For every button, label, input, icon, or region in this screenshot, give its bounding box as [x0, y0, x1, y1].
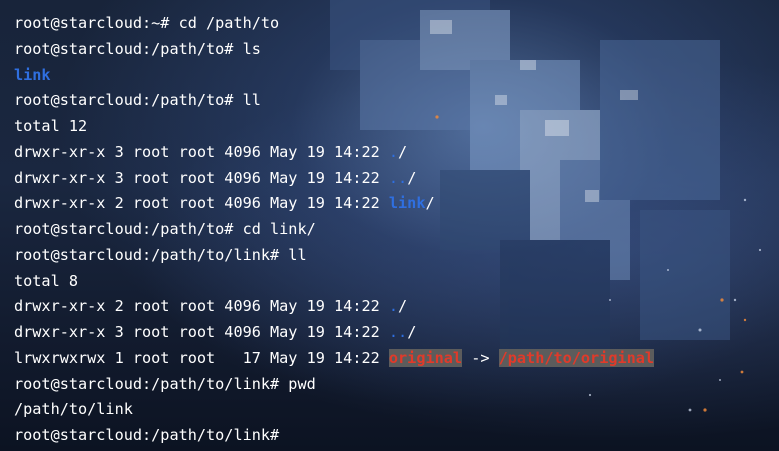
terminal-line: drwxr-xr-x 3 root root 4096 May 19 14:22… [14, 166, 779, 192]
terminal-line: total 12 [14, 114, 779, 140]
line-text: root@starcloud:/path/to# cd link/ [14, 220, 316, 238]
line-text: /path/to/link [14, 400, 133, 419]
terminal-line: drwxr-xr-x 2 root root 4096 May 19 14:22… [14, 191, 779, 217]
line-text: -> [462, 348, 499, 367]
dir-dot: .. [388, 168, 408, 187]
terminal-line: /path/to/link [14, 397, 779, 423]
line-text: drwxr-xr-x 3 root root 4096 May 19 14:22 [14, 323, 389, 341]
line-text: / [407, 323, 417, 341]
line-text: root@starcloud:/path/to# ll [14, 91, 261, 110]
terminal-line: drwxr-xr-x 2 root root 4096 May 19 14:22… [14, 294, 779, 320]
terminal-line: root@starcloud:/path/to# cd link/ [14, 217, 779, 243]
line-text: / [425, 194, 435, 213]
terminal-line: drwxr-xr-x 3 root root 4096 May 19 14:22… [14, 140, 779, 166]
dir-dot: . [388, 297, 399, 316]
terminal-line: root@starcloud:/path/to/link# pwd [14, 372, 779, 398]
terminal-line: total 8 [14, 269, 779, 295]
terminal-window[interactable]: root@starcloud:~# cd /path/to root@starcl… [0, 0, 779, 451]
terminal-output: root@starcloud:~# cd /path/to root@starcl… [14, 11, 779, 449]
line-text: drwxr-xr-x 3 root root 4096 May 19 14:22 [14, 142, 389, 161]
line-text: root@starcloud:/path/to/link# pwd [14, 374, 316, 393]
terminal-line: root@starcloud:/path/to/link# ll [14, 243, 779, 269]
dir-dot: .. [388, 323, 408, 341]
line-text: drwxr-xr-x 3 root root 4096 May 19 14:22 [14, 168, 389, 187]
line-text: root@starcloud:~# cd /path/to [14, 14, 280, 32]
line-text: / [398, 297, 408, 316]
line-text: lrwxrwxrwx 1 root root 17 May 19 14:22 [14, 348, 389, 367]
dir-dot: . [388, 142, 399, 161]
line-text: / [407, 168, 417, 187]
broken-link-text: /path/to/original [498, 348, 655, 367]
terminal-line: drwxr-xr-x 3 root root 4096 May 19 14:22… [14, 320, 779, 346]
line-text: root@starcloud:/path/to# ls [14, 39, 261, 58]
broken-link-text: original [388, 348, 463, 367]
line-text: root@starcloud:/path/to/link# ll [14, 245, 307, 264]
terminal-line: root@starcloud:/path/to# ll [14, 88, 779, 114]
line-text: drwxr-xr-x 2 root root 4096 May 19 14:22 [14, 194, 389, 213]
line-text: total 8 [14, 271, 79, 290]
terminal-line: link [14, 63, 779, 89]
line-text: total 12 [14, 117, 88, 135]
line-text: / [398, 142, 408, 161]
directory-name: link [388, 194, 426, 213]
line-text: drwxr-xr-x 2 root root 4096 May 19 14:22 [14, 297, 389, 316]
terminal-line: root@starcloud:/path/to# ls [14, 37, 779, 63]
terminal-line: root@starcloud:~# cd /path/to [14, 11, 779, 37]
terminal-line: root@starcloud:/path/to/link# [14, 423, 779, 449]
directory-name: link [14, 65, 51, 84]
line-text: root@starcloud:/path/to/link# [14, 426, 289, 444]
terminal-line: lrwxrwxrwx 1 root root 17 May 19 14:22 o… [14, 346, 779, 372]
